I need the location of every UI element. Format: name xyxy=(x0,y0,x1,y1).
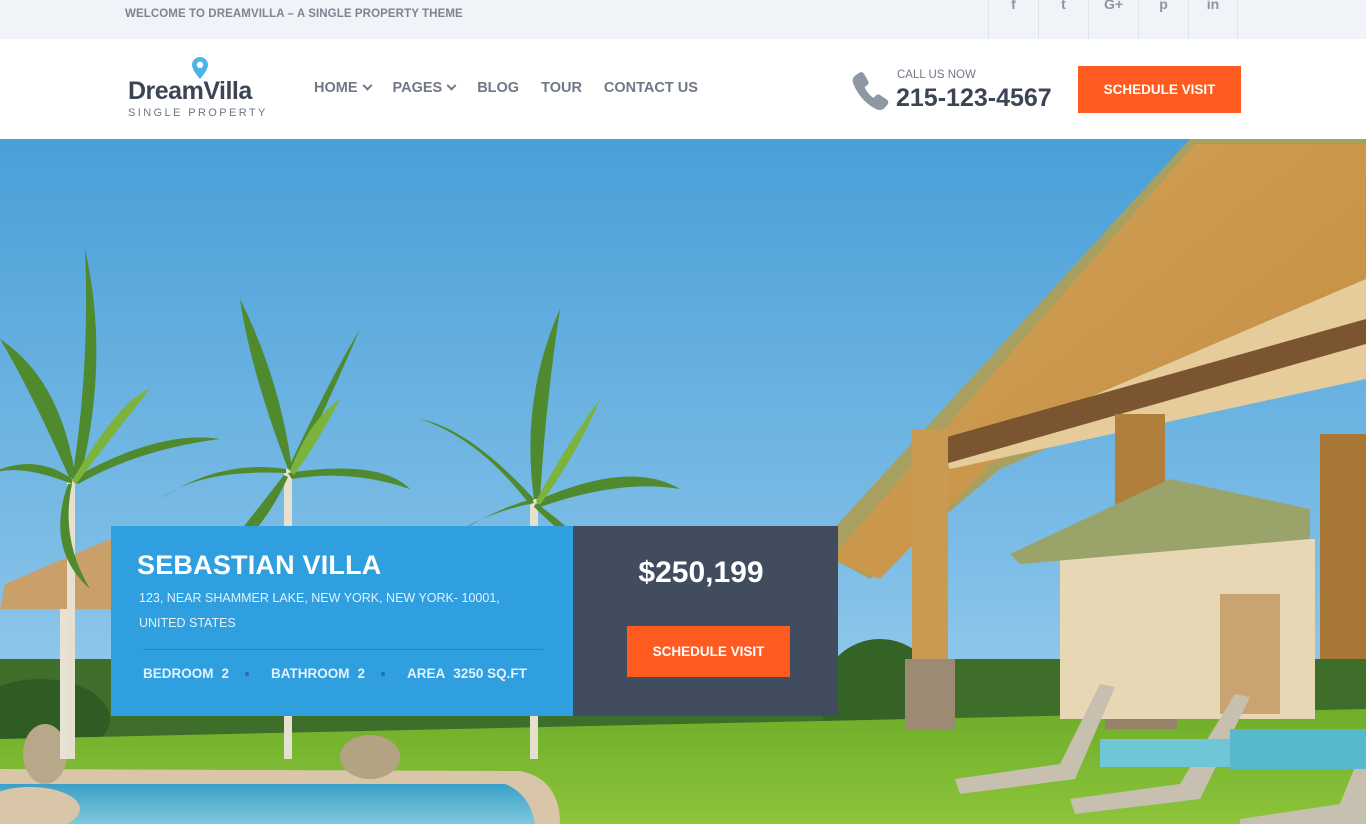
hero-villa-image xyxy=(0,139,1366,824)
logo[interactable]: DreamVilla SINGLE PROPERTY xyxy=(128,55,270,125)
spec-area-value: 3250 SQ.FT xyxy=(453,666,527,681)
phone-icon xyxy=(852,72,889,111)
site-header: DreamVilla SINGLE PROPERTY HOME PAGES BL… xyxy=(0,39,1366,139)
nav-blog-label: BLOG xyxy=(477,80,520,96)
location-pin-icon xyxy=(192,57,208,79)
header-schedule-visit-button[interactable]: SCHEDULE VISIT xyxy=(1078,66,1241,113)
top-bar: WELCOME TO DREAMVILLA – A SINGLE PROPERT… xyxy=(0,0,1366,39)
nav-tour[interactable]: TOUR xyxy=(541,80,582,96)
hero-banner: SEBASTIAN VILLA 123, NEAR SHAMMER LAKE, … xyxy=(0,139,1366,824)
property-price: $250,199 xyxy=(638,556,764,589)
logo-name: DreamVilla xyxy=(128,77,252,105)
google-plus-icon[interactable]: G+ xyxy=(1088,0,1138,39)
nav-blog[interactable]: BLOG xyxy=(477,80,519,96)
nav-pages-label: PAGES xyxy=(392,80,443,96)
property-price-card: $250,199 SCHEDULE VISIT xyxy=(573,526,838,716)
twitter-icon[interactable]: t xyxy=(1038,0,1088,39)
divider xyxy=(143,649,543,650)
nav-contact-us[interactable]: CONTACT US xyxy=(604,80,698,96)
property-title: SEBASTIAN VILLA xyxy=(137,550,382,580)
nav-home-label: HOME xyxy=(314,80,358,96)
property-specs: BEDROOM 2 BATHROOM 2 AREA 3250 SQ.FT xyxy=(143,666,527,681)
property-info-card: SEBASTIAN VILLA 123, NEAR SHAMMER LAKE, … xyxy=(111,526,573,716)
nav-pages[interactable]: PAGES xyxy=(392,80,457,96)
property-address: 123, NEAR SHAMMER LAKE, NEW YORK, NEW YO… xyxy=(139,591,500,630)
property-schedule-visit-button[interactable]: SCHEDULE VISIT xyxy=(627,626,790,677)
logo-tagline: SINGLE PROPERTY xyxy=(128,107,268,119)
chevron-down-icon xyxy=(362,80,372,91)
spec-bathroom-label: BATHROOM xyxy=(271,666,350,681)
spec-bedroom-value: 2 xyxy=(221,666,230,681)
facebook-icon[interactable]: f xyxy=(988,0,1038,39)
chevron-down-icon xyxy=(446,80,457,91)
social-links: f t G+ p in xyxy=(988,0,1238,39)
linkedin-icon[interactable]: in xyxy=(1188,0,1238,39)
nav-tour-label: TOUR xyxy=(541,80,582,96)
spec-bathroom-value: 2 xyxy=(357,666,366,681)
separator-dot xyxy=(245,671,250,676)
welcome-message: WELCOME TO DREAMVILLA – A SINGLE PROPERT… xyxy=(125,8,463,20)
spec-bedroom-label: BEDROOM xyxy=(143,666,214,681)
nav-contact-label: CONTACT US xyxy=(603,80,698,96)
separator-dot xyxy=(381,671,386,676)
spec-area-label: AREA xyxy=(407,666,446,681)
main-nav: HOME PAGES BLOG TOUR CONTACT US xyxy=(314,80,720,96)
pinterest-icon[interactable]: p xyxy=(1138,0,1188,39)
call-label: CALL US NOW xyxy=(897,69,976,81)
phone-number[interactable]: 215-123-4567 xyxy=(896,84,1052,113)
nav-home[interactable]: HOME xyxy=(314,80,372,96)
